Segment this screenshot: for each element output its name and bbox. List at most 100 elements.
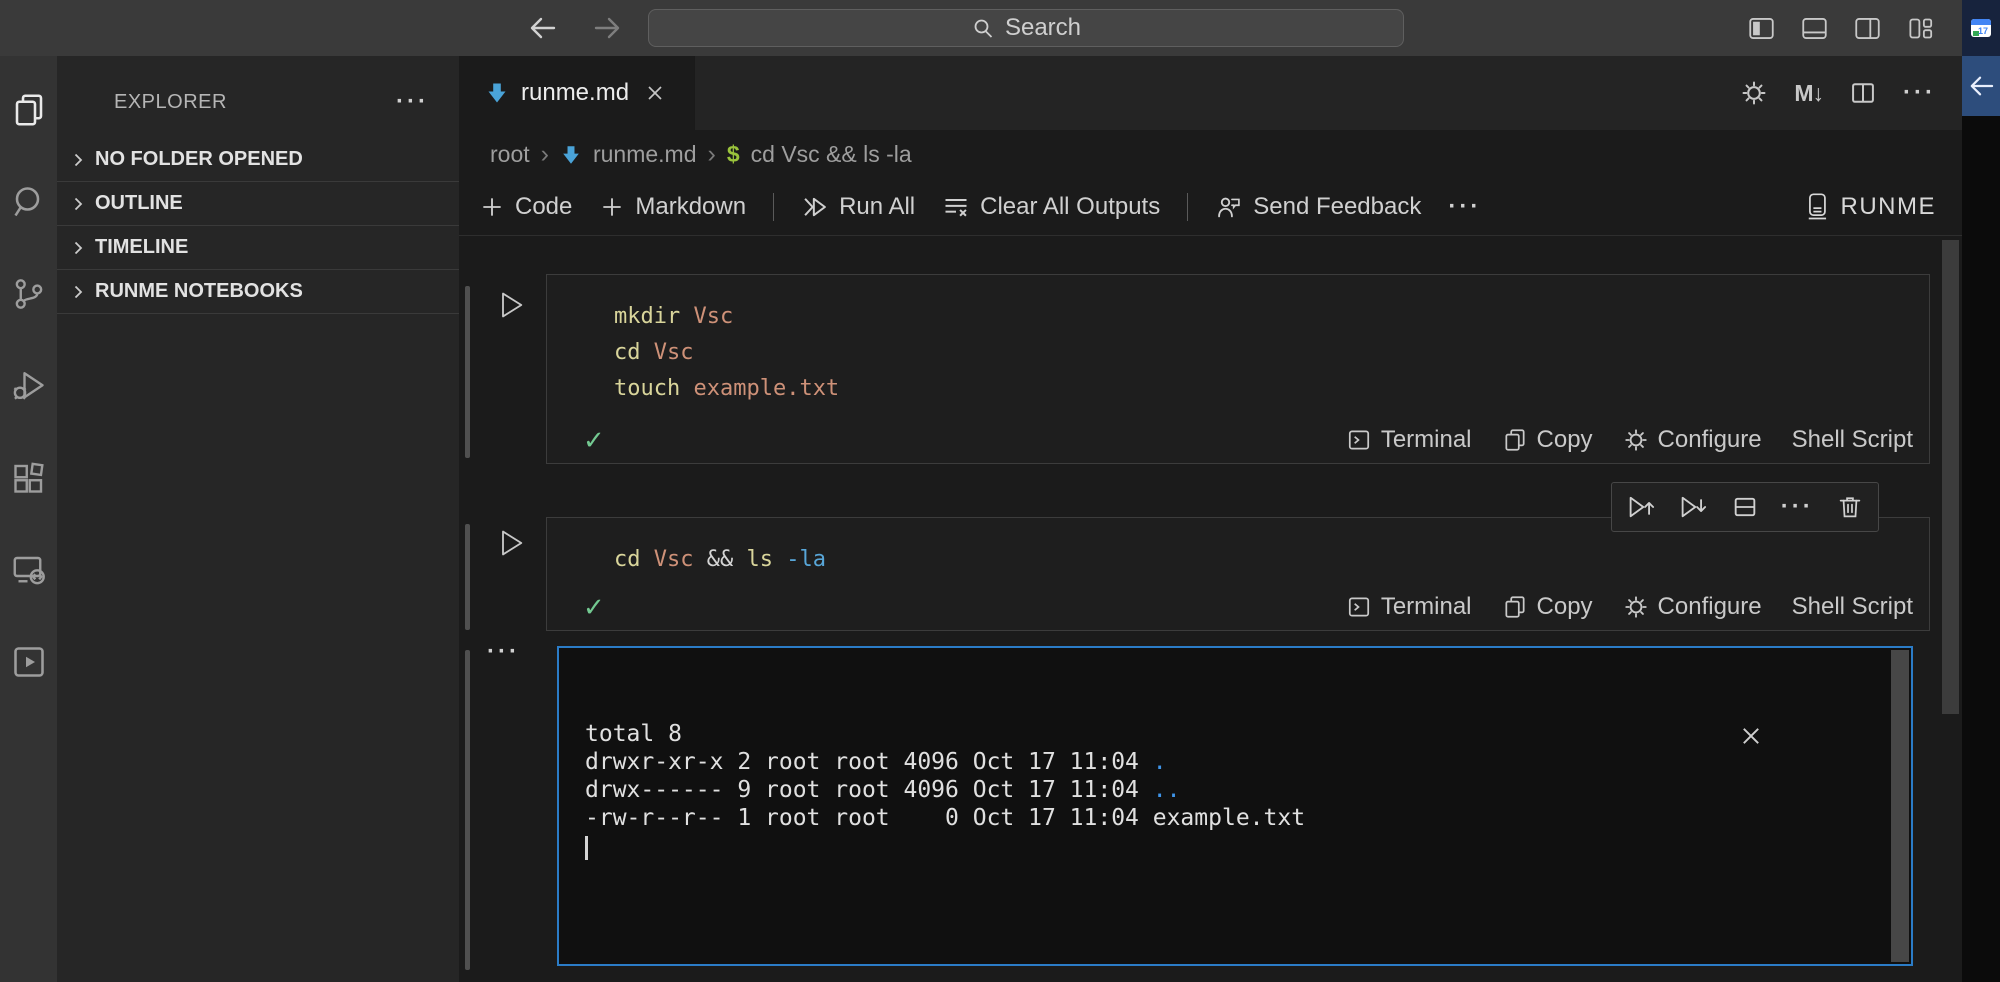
send-feedback-button[interactable]: Send Feedback	[1215, 193, 1421, 221]
add-markdown-label: Markdown	[635, 193, 746, 221]
close-icon	[1739, 724, 1763, 748]
section-label: OUTLINE	[95, 192, 183, 215]
gear-icon	[1623, 427, 1649, 453]
activity-explorer[interactable]	[5, 86, 53, 134]
add-markdown-button[interactable]: Markdown	[599, 193, 746, 221]
section-timeline[interactable]: TIMELINE	[57, 226, 459, 270]
toggle-secondary-sidebar-icon	[1854, 16, 1881, 41]
split-editor-button[interactable]	[1849, 79, 1877, 107]
search-placeholder: Search	[1005, 14, 1081, 42]
terminal-icon	[1346, 594, 1372, 620]
section-outline[interactable]: OUTLINE	[57, 182, 459, 226]
execute-above-button[interactable]	[1626, 493, 1656, 521]
output-more-button[interactable]: ···	[487, 640, 520, 664]
toggle-panel-button[interactable]	[1801, 16, 1828, 41]
activity-search[interactable]	[5, 178, 53, 226]
split-cell-icon	[1731, 493, 1759, 521]
history-nav	[528, 0, 622, 56]
cell-configure-button[interactable]: Configure	[1623, 426, 1762, 454]
cell-focus-bar	[465, 524, 470, 630]
cell-copy-button[interactable]: Copy	[1502, 426, 1593, 454]
breadcrumb-file[interactable]: runme.md	[593, 141, 697, 168]
forward-arrow-icon	[592, 15, 622, 41]
command-center-search[interactable]: Search	[648, 9, 1404, 47]
cell-language-label[interactable]: Shell Script	[1792, 593, 1913, 621]
source-control-icon	[11, 276, 47, 312]
delete-cell-button[interactable]	[1836, 493, 1864, 521]
toggle-secondary-sidebar-button[interactable]	[1854, 16, 1881, 41]
sidebar-explorer: EXPLORER ··· NO FOLDER OPENED OUTLINE TI…	[57, 56, 459, 982]
tab-close-button[interactable]	[645, 83, 665, 103]
run-cell-button[interactable]	[495, 288, 527, 322]
sidebar-more-button[interactable]: ···	[396, 90, 429, 114]
send-feedback-label: Send Feedback	[1253, 193, 1421, 221]
terminal-icon	[1346, 427, 1372, 453]
layout-controls	[1748, 0, 1934, 56]
cell-configure-button[interactable]: Configure	[1623, 593, 1762, 621]
output-scrollbar[interactable]	[1891, 650, 1909, 962]
add-code-label: Code	[515, 193, 572, 221]
cell-copy-button[interactable]: Copy	[1502, 593, 1593, 621]
forward-button[interactable]	[592, 15, 622, 41]
back-button[interactable]	[528, 15, 558, 41]
cell-more-button[interactable]: ···	[1781, 495, 1814, 519]
chevron-right-icon	[69, 283, 87, 301]
add-code-button[interactable]: Code	[479, 193, 572, 221]
breadcrumb-separator: ›	[708, 140, 716, 169]
breadcrumb-command[interactable]: cd Vsc && ls -la	[751, 141, 912, 168]
section-label: RUNME NOTEBOOKS	[95, 280, 303, 303]
section-runme-notebooks[interactable]: RUNME NOTEBOOKS	[57, 270, 459, 314]
activity-runme-notebooks[interactable]	[5, 638, 53, 686]
activity-run-debug[interactable]	[5, 362, 53, 410]
svg-text:17: 17	[1978, 26, 1988, 36]
notebook-toolbar: Code Markdown Run All Clear All Outputs …	[459, 178, 1962, 236]
execute-above-icon	[1626, 493, 1656, 521]
code-cell-2[interactable]: cd Vsc && ls -la ✓ Terminal Copy	[546, 517, 1930, 631]
editor-scrollbar-thumb[interactable]	[1942, 240, 1959, 714]
tab-runme-md[interactable]: runme.md	[459, 56, 695, 130]
breadcrumb-root[interactable]: root	[490, 141, 530, 168]
activity-bar	[0, 56, 57, 982]
titlebar: Search	[0, 0, 1962, 56]
toggle-primary-sidebar-icon	[1748, 16, 1775, 41]
chevron-right-icon	[69, 195, 87, 213]
cell-language-label[interactable]: Shell Script	[1792, 426, 1913, 454]
activity-extensions[interactable]	[5, 454, 53, 502]
toolbar-more-button[interactable]: ···	[1448, 195, 1481, 219]
editor-group: runme.md M↓ ··· root › runme.md ›	[459, 56, 1962, 982]
run-cell-icon	[495, 288, 527, 322]
run-cell-button[interactable]	[495, 526, 527, 560]
section-label: NO FOLDER OPENED	[95, 148, 303, 171]
output-close-button[interactable]	[1739, 668, 1877, 804]
section-label: TIMELINE	[95, 236, 188, 259]
clear-all-outputs-button[interactable]: Clear All Outputs	[942, 193, 1160, 221]
back-arrow-icon	[528, 15, 558, 41]
toggle-primary-sidebar-button[interactable]	[1748, 16, 1775, 41]
search-icon	[11, 184, 47, 220]
split-cell-button[interactable]	[1731, 493, 1759, 521]
feedback-icon	[1215, 193, 1243, 221]
add-icon	[479, 194, 505, 220]
more-actions-button[interactable]: ···	[1903, 81, 1936, 105]
run-all-button[interactable]: Run All	[801, 193, 915, 221]
close-icon	[645, 83, 665, 103]
section-no-folder-opened[interactable]: NO FOLDER OPENED	[57, 138, 459, 182]
cell-terminal-button[interactable]: Terminal	[1346, 426, 1472, 454]
notebook-settings-button[interactable]	[1740, 79, 1768, 107]
toolbar-divider	[773, 193, 774, 221]
customize-layout-icon	[1907, 16, 1934, 41]
magnifier-icon	[971, 16, 995, 40]
markdown-preview-button[interactable]: M↓	[1794, 80, 1823, 107]
activity-source-control[interactable]	[5, 270, 53, 318]
customize-layout-button[interactable]	[1907, 16, 1934, 41]
execute-below-button[interactable]	[1678, 493, 1708, 521]
cell-1-code[interactable]: mkdir Vsccd Vsctouch example.txt	[547, 275, 1929, 417]
toolbar-divider	[1187, 193, 1188, 221]
extensions-icon	[11, 460, 47, 496]
activity-remote-explorer[interactable]	[5, 546, 53, 594]
notebook-content: mkdir Vsccd Vsctouch example.txt ✓ Termi…	[459, 236, 1962, 982]
cell-terminal-button[interactable]: Terminal	[1346, 593, 1472, 621]
code-cell-1[interactable]: mkdir Vsccd Vsctouch example.txt ✓ Termi…	[546, 274, 1930, 464]
background-window-toolbar	[1962, 56, 2000, 116]
terminal-output[interactable]: total 8drwxr-xr-x 2 root root 4096 Oct 1…	[557, 646, 1913, 966]
